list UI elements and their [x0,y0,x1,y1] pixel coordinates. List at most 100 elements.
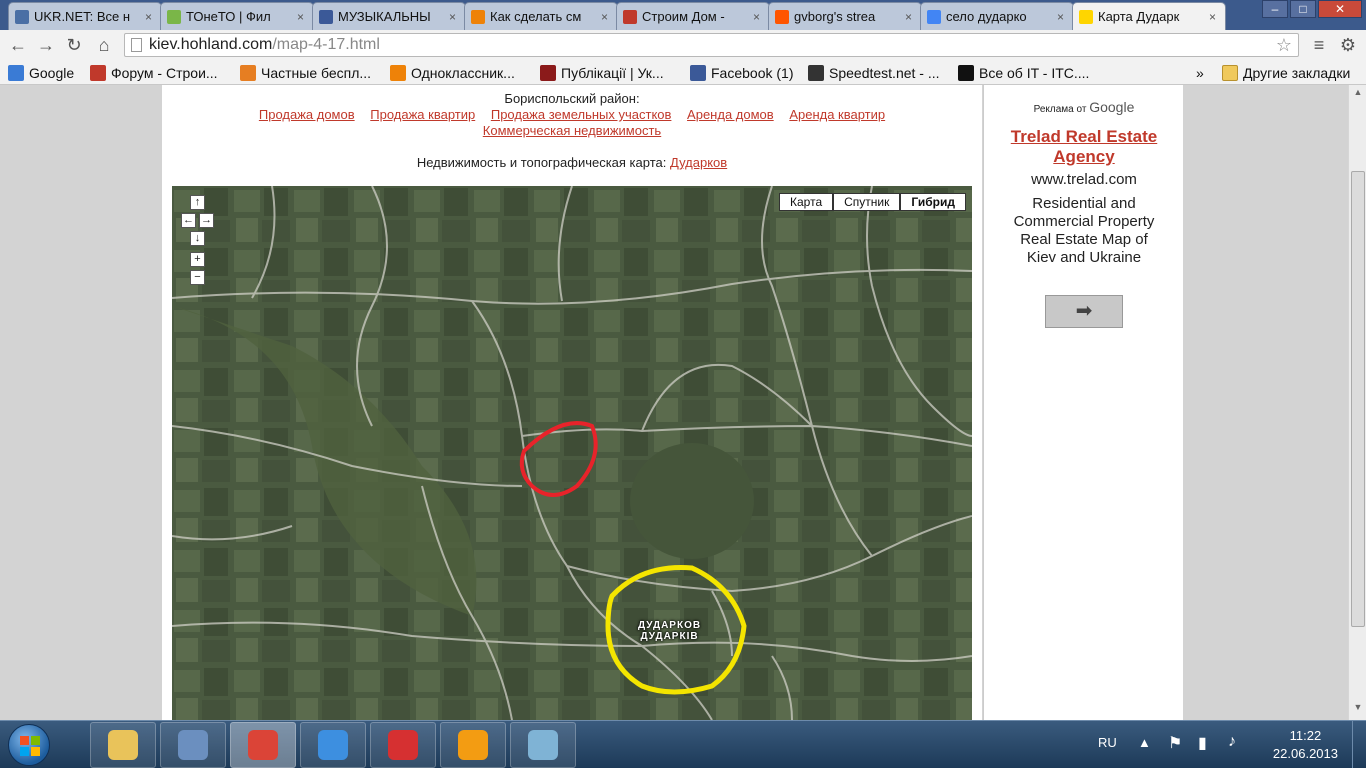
url-host: kiev.hohland.com [149,36,273,53]
pan-down-button[interactable]: ↓ [190,231,205,246]
ad-header-prefix: Реклама от [1033,104,1087,115]
language-indicator[interactable]: RU [1098,735,1117,768]
action-center-icon[interactable]: ⚑ [1168,733,1182,768]
bookmark-item[interactable]: Форум - Строи... [90,63,218,83]
start-button[interactable] [8,724,50,766]
satellite-map[interactable]: ↑ ← → ↓ + − Карта Спутник Гибрид ДУДАРКО… [172,186,972,720]
explorer-icon [108,730,138,760]
browser-tab[interactable]: Карта Дударк × [1072,2,1226,30]
page-scrollbar[interactable]: ▲ ▼ [1348,85,1366,720]
page-menu-icon[interactable]: ≡ [1307,33,1331,57]
home-icon[interactable]: ⌂ [92,33,116,57]
reload-icon[interactable]: ↻ [62,33,86,57]
pan-right-button[interactable]: → [199,213,214,228]
google-logo: Google [1089,99,1135,115]
volume-icon[interactable]: ♪ [1228,733,1236,768]
tab-close-icon[interactable]: × [753,10,763,24]
link-rent-houses[interactable]: Аренда домов [687,107,774,122]
tab-close-icon[interactable]: × [1057,10,1067,24]
show-desktop-button[interactable] [1352,721,1366,768]
bookmark-item[interactable]: Все об IT - ITC.... [958,63,1089,83]
district-heading: Бориспольский район: [504,91,640,106]
show-hidden-icons-icon[interactable]: ▲ [1138,735,1151,768]
forward-arrow-icon[interactable]: → [34,33,58,57]
tab-close-icon[interactable]: × [601,10,611,24]
other-bookmarks-button[interactable]: Другие закладки [1222,63,1350,83]
browser-tab[interactable]: UKR.NET: Все н × [8,2,162,30]
taskbar-app-chrome[interactable] [230,722,296,768]
map-type-hybrid-button[interactable]: Гибрид [900,193,966,211]
tab-close-icon[interactable]: × [1209,10,1219,24]
taskbar-app-app-5[interactable] [370,722,436,768]
taskbar-app-paint[interactable] [510,722,576,768]
scroll-down-arrow-icon[interactable]: ▼ [1349,702,1366,718]
topo-link[interactable]: Дударков [670,155,727,170]
system-clock[interactable]: 11:22 22.06.2013 [1273,727,1338,763]
scrollbar-thumb[interactable] [1351,171,1365,627]
bookmark-label: Google [29,65,75,81]
tab-close-icon[interactable]: × [145,10,155,24]
network-icon[interactable]: ▮ [1198,733,1207,768]
tab-favicon-icon [1079,9,1093,24]
pan-up-button[interactable]: ↑ [190,195,205,210]
maximize-button[interactable]: □ [1290,0,1316,18]
clock-date: 22.06.2013 [1272,746,1338,761]
map-type-satellite-button[interactable]: Спутник [833,193,901,211]
link-commercial[interactable]: Коммерческая недвижимость [483,123,661,138]
scroll-up-arrow-icon[interactable]: ▲ [1349,87,1366,103]
pan-left-button[interactable]: ← [181,213,196,228]
link-sale-houses[interactable]: Продажа домов [259,107,355,122]
browser-tab[interactable]: МУЗЫКАЛЬНЫ × [312,2,466,30]
browser-tab[interactable]: Как сделать см × [464,2,618,30]
bookmark-item[interactable]: Speedtest.net - ... [808,63,940,83]
paint-icon [528,730,558,760]
zoom-in-button[interactable]: + [190,252,205,267]
close-window-button[interactable]: ✕ [1318,0,1362,18]
bookmark-item[interactable]: Google [8,63,74,83]
windows-logo-icon [20,736,40,756]
map-type-switcher: Карта Спутник Гибрид [779,193,966,211]
browser-tab[interactable]: ТОнеТО | Фил × [160,2,314,30]
map-type-map-button[interactable]: Карта [779,193,834,211]
tab-close-icon[interactable]: × [449,10,459,24]
facebook-icon [690,65,706,81]
browser-toolbar: ← → ↻ ⌂ kiev.hohland.com/map-4-17.html ☆… [0,30,1366,60]
browser-tab[interactable]: gvborg's strea × [768,2,922,30]
bookmark-star-icon[interactable]: ☆ [1276,34,1292,56]
taskbar-app-app-2[interactable] [160,722,226,768]
back-arrow-icon[interactable]: ← [6,33,30,57]
bookmarks-overflow-button[interactable]: » [1196,63,1204,83]
village-label-ru: ДУДАРКОВ [638,620,702,631]
ad-title-link[interactable]: Trelad Real Estate Agency [1004,127,1164,167]
taskbar-app-explorer[interactable] [90,722,156,768]
taskbar-app-itunes[interactable] [300,722,366,768]
bookmark-item[interactable]: Одноклассник... [390,63,515,83]
bookmark-label: Speedtest.net - ... [829,65,940,81]
link-sale-land[interactable]: Продажа земельных участков [491,107,672,122]
bookmarks-bar: Google Форум - Строи... Частные беспл... Од… [0,60,1366,85]
folder-icon [1222,65,1238,81]
link-rent-apartments[interactable]: Аренда квартир [789,107,885,122]
address-bar[interactable]: kiev.hohland.com/map-4-17.html ☆ [124,33,1299,57]
tab-close-icon[interactable]: × [905,10,915,24]
wrench-icon[interactable]: ⚙ [1336,33,1360,57]
topo-label: Недвижимость и топографическая карта: [416,155,667,170]
browser-tab[interactable]: Строим Дом - × [616,2,770,30]
bookmark-item[interactable]: Частные беспл... [240,63,371,83]
bookmark-item[interactable]: Facebook (1) [690,63,793,83]
bookmark-label: Форум - Строи... [111,65,218,81]
tab-favicon-icon [319,9,333,24]
taskbar-app-media-player[interactable] [440,722,506,768]
bookmark-item[interactable]: Публікації | Ук... [540,63,664,83]
ad-header: Реклама от Google [984,99,1184,115]
map-imagery [172,186,972,720]
minimize-button[interactable]: – [1262,0,1288,18]
tab-favicon-icon [15,9,29,24]
zoom-out-button[interactable]: − [190,270,205,285]
tab-title: Строим Дом - [642,9,725,24]
tab-close-icon[interactable]: × [297,10,307,24]
taskbar: RU ▲ ⚑ ▮ ♪ 11:22 22.06.2013 [0,720,1366,768]
browser-tab[interactable]: село дударко × [920,2,1074,30]
link-sale-apartments[interactable]: Продажа квартир [370,107,475,122]
ad-arrow-button[interactable]: ➡ [1045,295,1123,328]
